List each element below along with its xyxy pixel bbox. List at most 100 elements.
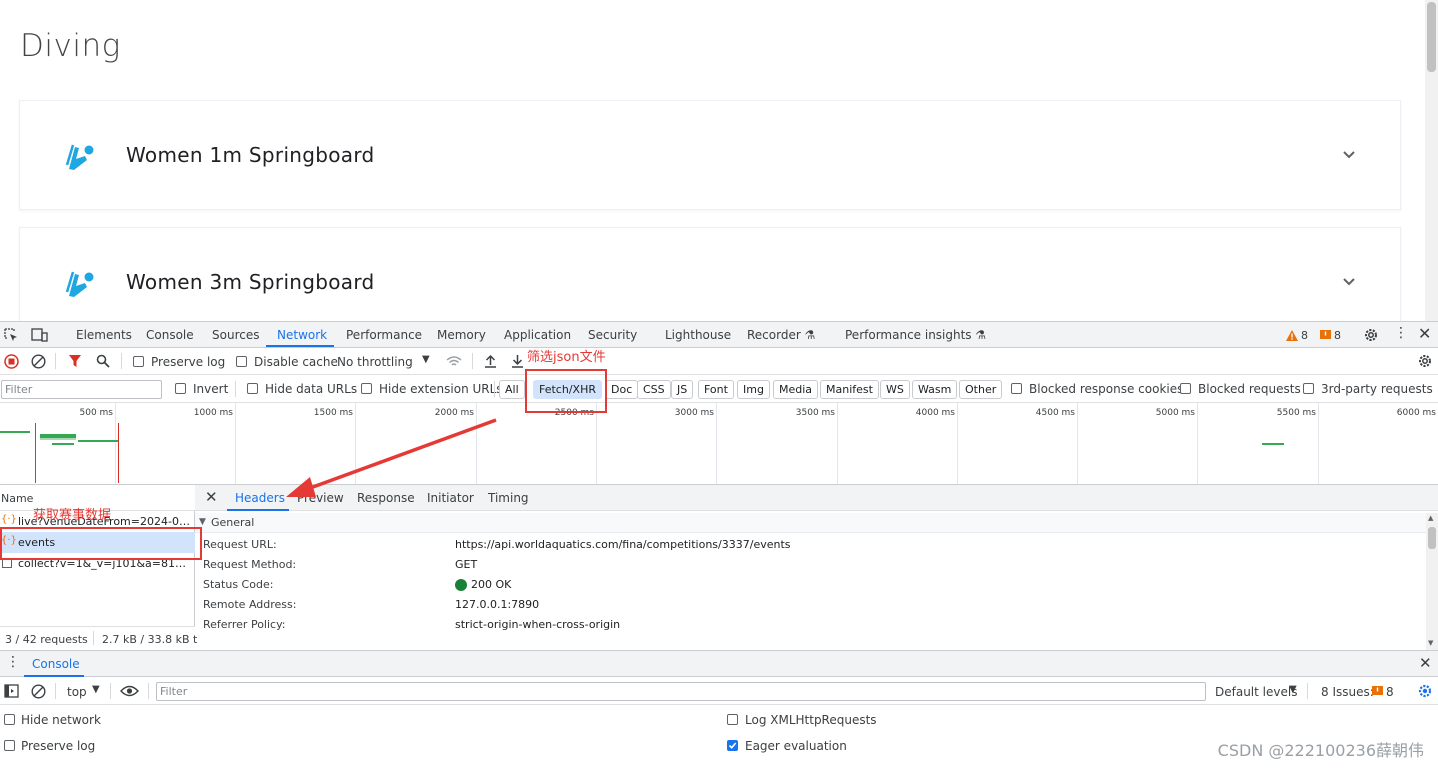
console-filter-input[interactable]: Filter <box>156 682 1206 701</box>
record-stop-icon[interactable] <box>4 354 19 369</box>
issues-label[interactable]: 8 Issues: <box>1321 685 1374 699</box>
network-overview-timeline[interactable]: 500 ms 1000 ms 1500 ms 2000 ms 2500 ms 3… <box>0 403 1438 485</box>
log-levels-select[interactable]: Default levels <box>1215 685 1297 699</box>
drawer-tab-console[interactable]: Console <box>32 657 80 671</box>
dom-content-loaded-marker <box>35 423 36 483</box>
close-details-icon[interactable]: ✕ <box>205 488 218 506</box>
filter-chip-wasm[interactable]: Wasm <box>912 380 958 399</box>
tab-security[interactable]: Security <box>588 328 637 342</box>
import-har-icon[interactable] <box>484 354 497 368</box>
filter-chip-all[interactable]: All <box>499 380 525 399</box>
timeline-bar <box>40 438 76 440</box>
active-tab-indicator <box>266 345 334 347</box>
general-section-title: General <box>211 516 255 529</box>
close-devtools-icon[interactable]: ✕ <box>1418 324 1431 343</box>
tab-performance-insights-label: Performance insights <box>845 328 972 342</box>
warnings-count[interactable]: 8 <box>1301 329 1308 342</box>
issues-flag-icon <box>1320 330 1331 339</box>
details-scrollbar[interactable]: ▲ ▼ <box>1426 513 1438 650</box>
context-selector[interactable]: top <box>67 685 87 699</box>
timeline-tick: 3500 ms <box>795 408 835 418</box>
network-settings-icon[interactable] <box>1417 353 1433 369</box>
eye-icon[interactable] <box>120 685 139 697</box>
tab-performance[interactable]: Performance <box>346 328 422 342</box>
export-har-icon[interactable] <box>511 354 524 368</box>
filter-chip-img[interactable]: Img <box>737 380 770 399</box>
filter-funnel-icon[interactable] <box>68 354 82 368</box>
filter-chip-ws[interactable]: WS <box>880 380 910 399</box>
gear-icon[interactable] <box>1363 327 1379 343</box>
tab-elements[interactable]: Elements <box>76 328 132 342</box>
throttling-select[interactable]: No throttling <box>337 355 413 369</box>
drawer-tabbar: ⋮ Console ✕ <box>0 650 1438 677</box>
drawer-menu-icon[interactable]: ⋮ <box>6 654 20 670</box>
chevron-down-icon[interactable] <box>1342 277 1356 287</box>
event-title: Women 1m Springboard <box>126 143 375 167</box>
hide-network-checkbox[interactable] <box>4 714 15 725</box>
tab-recorder[interactable]: Recorder ⚗ <box>747 328 815 342</box>
log-xhr-checkbox[interactable] <box>727 714 738 725</box>
page-scrollbar[interactable] <box>1425 0 1438 321</box>
hide-extension-urls-checkbox[interactable] <box>361 383 372 394</box>
filter-chip-css[interactable]: CSS <box>637 380 671 399</box>
tab-headers[interactable]: Headers <box>235 491 285 505</box>
network-conditions-icon[interactable] <box>446 355 462 367</box>
console-issues-count[interactable]: 8 <box>1386 685 1394 699</box>
tab-network[interactable]: Network <box>277 328 327 342</box>
filter-chip-other[interactable]: Other <box>959 380 1003 399</box>
blocked-response-cookies-label: Blocked response cookies <box>1029 382 1184 396</box>
event-card-women-1m-springboard[interactable]: Women 1m Springboard <box>19 100 1401 210</box>
hide-network-label: Hide network <box>21 713 101 727</box>
flask-icon: ⚗ <box>975 328 987 342</box>
timeline-tick: 1000 ms <box>193 408 233 418</box>
console-settings-gear-icon[interactable] <box>1417 683 1433 699</box>
tab-console[interactable]: Console <box>146 328 194 342</box>
dropdown-arrow-icon[interactable]: ▼ <box>422 354 430 365</box>
inspect-element-icon[interactable] <box>4 328 19 343</box>
preserve-log-label: Preserve log <box>151 355 226 369</box>
close-drawer-icon[interactable]: ✕ <box>1419 654 1432 672</box>
device-toolbar-icon[interactable] <box>31 328 48 342</box>
hide-data-urls-checkbox[interactable] <box>247 383 258 394</box>
chevron-down-icon[interactable] <box>1342 150 1356 160</box>
console-preserve-log-checkbox[interactable] <box>4 740 15 751</box>
dropdown-arrow-icon[interactable]: ▼ <box>1289 684 1297 695</box>
tab-application[interactable]: Application <box>504 328 571 342</box>
preserve-log-checkbox[interactable] <box>133 356 144 367</box>
invert-checkbox[interactable] <box>175 383 186 394</box>
scroll-down-icon[interactable]: ▼ <box>1428 639 1433 647</box>
more-options-icon[interactable]: ⋮ <box>1394 325 1408 341</box>
blocked-response-cookies-checkbox[interactable] <box>1011 383 1022 394</box>
filter-chip-doc[interactable]: Doc <box>605 380 639 399</box>
clear-icon[interactable] <box>31 354 46 369</box>
xhr-icon: {·} <box>1 514 17 525</box>
tab-sources[interactable]: Sources <box>212 328 259 342</box>
clear-console-icon[interactable] <box>31 684 46 699</box>
network-filter-input[interactable]: Filter <box>1 380 162 399</box>
details-scroll-thumb[interactable] <box>1428 527 1436 549</box>
tab-lighthouse[interactable]: Lighthouse <box>665 328 731 342</box>
issues-flag-icon <box>1372 686 1383 695</box>
scroll-up-icon[interactable]: ▲ <box>1428 514 1433 522</box>
blocked-requests-checkbox[interactable] <box>1180 383 1191 394</box>
disable-cache-checkbox[interactable] <box>236 356 247 367</box>
event-card-women-3m-springboard[interactable]: Women 3m Springboard <box>19 227 1401 321</box>
general-section-header[interactable]: ▼ General <box>195 513 1426 533</box>
filter-chip-manifest[interactable]: Manifest <box>820 380 879 399</box>
search-icon[interactable] <box>96 354 110 368</box>
page-scroll-thumb[interactable] <box>1427 2 1436 72</box>
issues-count[interactable]: 8 <box>1334 329 1341 342</box>
tab-performance-insights[interactable]: Performance insights ⚗ <box>845 328 986 342</box>
eager-evaluation-checkbox[interactable] <box>727 740 738 751</box>
tab-memory[interactable]: Memory <box>437 328 486 342</box>
load-event-marker <box>118 423 119 483</box>
filter-chip-media[interactable]: Media <box>773 380 819 399</box>
filter-chip-font[interactable]: Font <box>698 380 734 399</box>
remote-address-key: Remote Address: <box>203 598 297 611</box>
network-summary-bar: 3 / 42 requests 2.7 kB / 33.8 kB t <box>0 626 197 650</box>
filter-chip-js[interactable]: JS <box>671 380 694 399</box>
sidebar-toggle-icon[interactable] <box>4 684 19 698</box>
third-party-requests-checkbox[interactable] <box>1303 383 1314 394</box>
column-name-header[interactable]: Name <box>1 492 33 505</box>
dropdown-arrow-icon[interactable]: ▼ <box>92 684 100 695</box>
